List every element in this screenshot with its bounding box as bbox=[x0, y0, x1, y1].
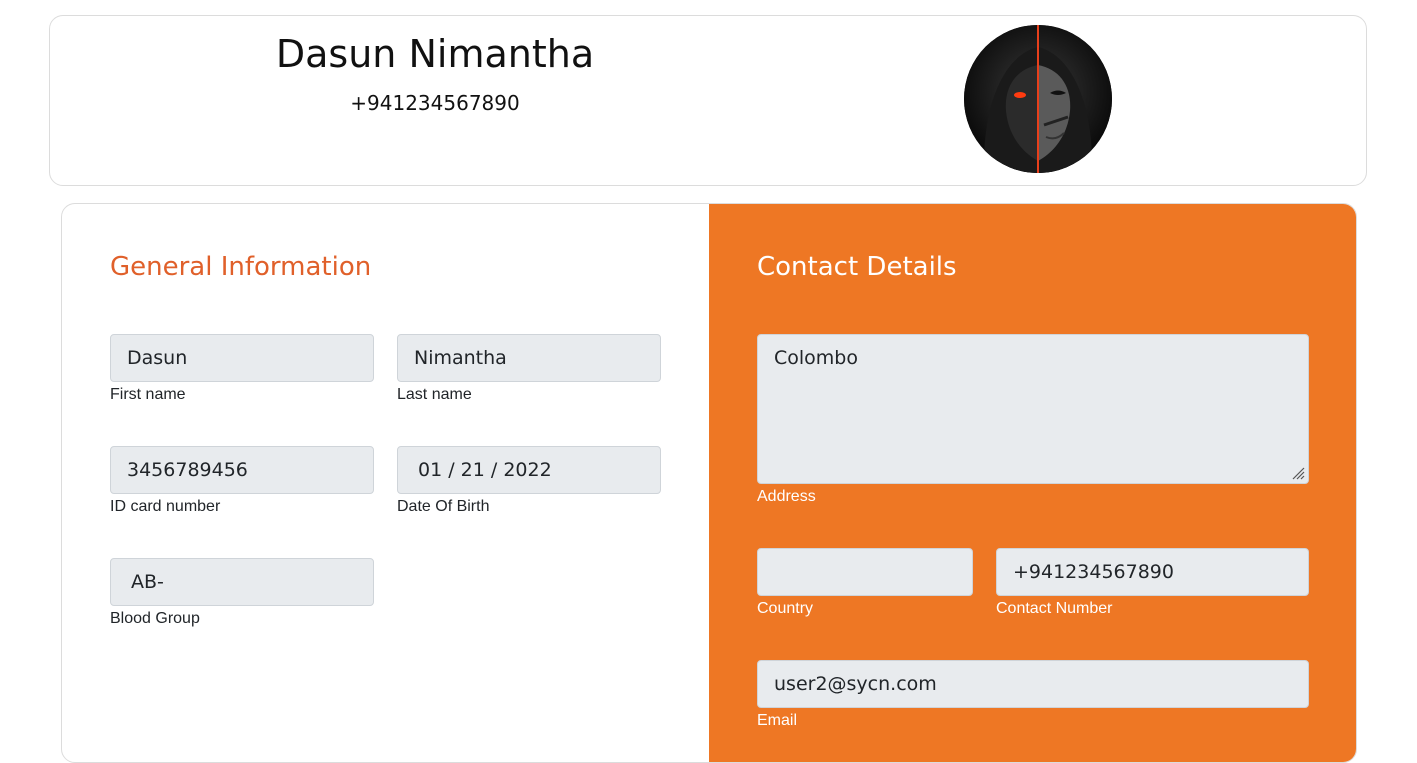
address-value: Colombo bbox=[774, 347, 858, 369]
avatar[interactable] bbox=[964, 25, 1112, 173]
blood-group-label: Blood Group bbox=[110, 610, 200, 627]
first-name-group: Dasun First name bbox=[110, 334, 374, 405]
hacker-mask-avatar-icon bbox=[964, 25, 1112, 173]
last-name-group: Nimantha Last name bbox=[397, 334, 661, 405]
first-name-input[interactable]: Dasun bbox=[110, 334, 374, 382]
date-of-birth-group: 01 / 21 / 2022 Date Of Birth bbox=[397, 446, 661, 517]
profile-form-card: General Information Dasun First name Nim… bbox=[61, 203, 1357, 763]
resize-grip-icon[interactable] bbox=[1291, 466, 1305, 480]
id-card-label: ID card number bbox=[110, 498, 221, 515]
blood-group-group: AB- Blood Group bbox=[110, 558, 374, 629]
id-card-group: 3456789456 ID card number bbox=[110, 446, 374, 517]
country-input[interactable] bbox=[757, 548, 973, 596]
email-input[interactable]: user2@sycn.com bbox=[757, 660, 1309, 708]
profile-name: Dasun Nimantha bbox=[275, 32, 595, 76]
profile-card: Dasun Nimantha +941234567890 bbox=[49, 15, 1367, 186]
last-name-input[interactable]: Nimantha bbox=[397, 334, 661, 382]
contact-details-title: Contact Details bbox=[757, 252, 957, 282]
profile-phone: +941234567890 bbox=[350, 91, 520, 115]
email-group: user2@sycn.com Email bbox=[757, 660, 1309, 731]
address-textarea[interactable]: Colombo bbox=[757, 334, 1309, 484]
email-label: Email bbox=[757, 712, 798, 729]
contact-number-input[interactable]: +941234567890 bbox=[996, 548, 1309, 596]
general-information-panel: General Information Dasun First name Nim… bbox=[62, 204, 709, 762]
contact-number-group: +941234567890 Contact Number bbox=[996, 548, 1309, 619]
id-card-input[interactable]: 3456789456 bbox=[110, 446, 374, 494]
date-of-birth-input[interactable]: 01 / 21 / 2022 bbox=[397, 446, 661, 494]
date-of-birth-label: Date Of Birth bbox=[397, 498, 490, 515]
contact-details-panel: Contact Details Colombo Address Country … bbox=[709, 204, 1356, 762]
country-group: Country bbox=[757, 548, 973, 619]
country-label: Country bbox=[757, 600, 814, 617]
address-group: Colombo Address bbox=[757, 334, 1309, 507]
blood-group-select[interactable]: AB- bbox=[110, 558, 374, 606]
address-label: Address bbox=[757, 488, 816, 505]
first-name-label: First name bbox=[110, 386, 186, 403]
contact-number-label: Contact Number bbox=[996, 600, 1113, 617]
general-information-title: General Information bbox=[110, 252, 372, 282]
last-name-label: Last name bbox=[397, 386, 472, 403]
